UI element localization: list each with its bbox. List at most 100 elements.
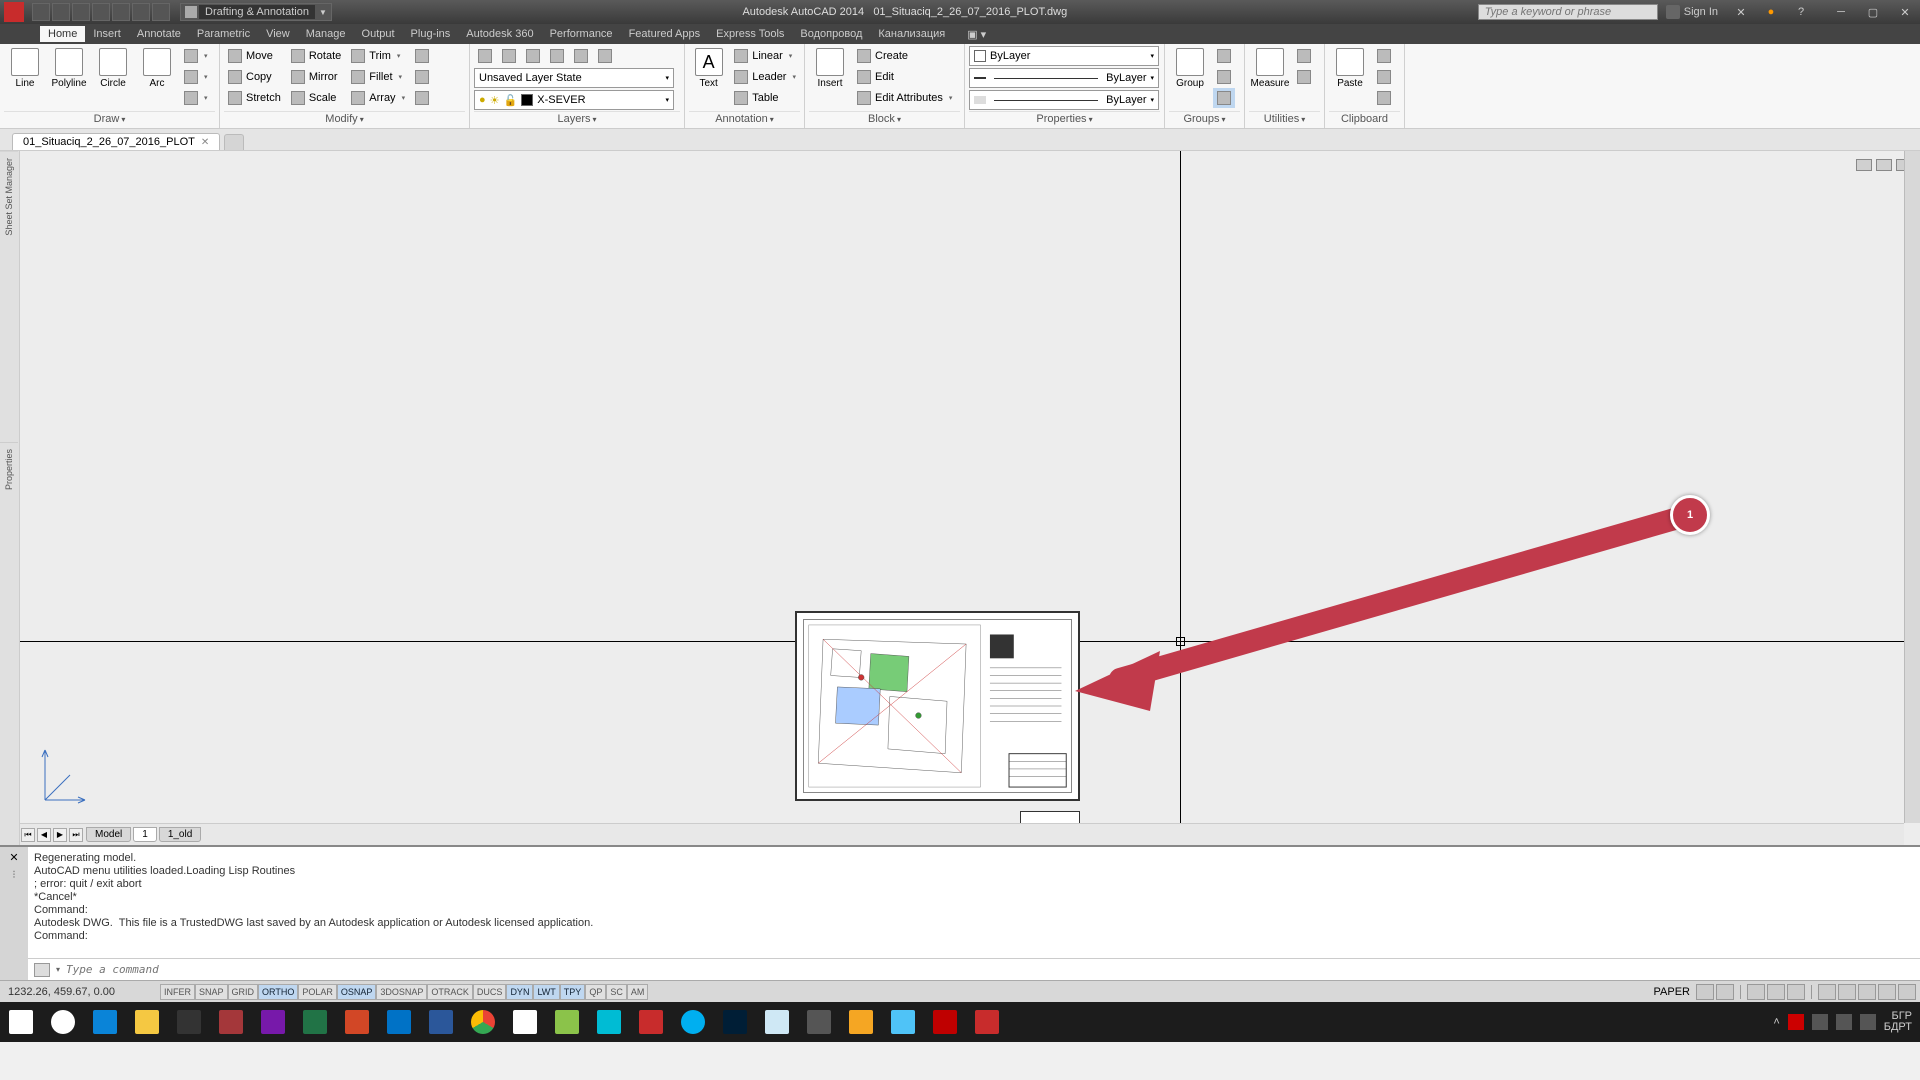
taskbar-file[interactable] xyxy=(504,1002,546,1042)
tab-view[interactable]: View xyxy=(258,26,298,42)
tab-close-icon[interactable]: ✕ xyxy=(201,137,209,148)
tray-onedrive-icon[interactable] xyxy=(1788,1014,1804,1030)
toggle-otrack[interactable]: OTRACK xyxy=(427,984,473,1000)
ellipse-button[interactable]: ▾ xyxy=(180,67,212,87)
start-button[interactable] xyxy=(0,1002,42,1042)
tab-output[interactable]: Output xyxy=(354,26,403,42)
quick-view-layouts-icon[interactable] xyxy=(1696,984,1714,1000)
layout-first-button[interactable]: ⏮ xyxy=(21,828,35,842)
isolate-objects-icon[interactable] xyxy=(1878,984,1896,1000)
tab-plugins[interactable]: Plug-ins xyxy=(403,26,459,42)
taskbar-calculator[interactable] xyxy=(798,1002,840,1042)
layout-last-button[interactable]: ⏭ xyxy=(69,828,83,842)
mirror-button[interactable]: Mirror xyxy=(287,67,345,87)
qat-new-icon[interactable] xyxy=(32,3,50,21)
workspace-switching-icon[interactable] xyxy=(1818,984,1836,1000)
group-button[interactable]: Group xyxy=(1169,46,1211,89)
tab-vodoprovod[interactable]: Водопровод xyxy=(792,26,870,42)
sheet-set-manager-tab[interactable]: Sheet Set Manager xyxy=(0,151,18,242)
tab-focus-icon[interactable]: ▣ ▾ xyxy=(959,26,994,43)
create-block-button[interactable]: Create xyxy=(853,46,956,66)
layer-prev-button[interactable] xyxy=(594,46,616,66)
properties-palette-tab[interactable]: Properties xyxy=(0,442,18,496)
maximize-button[interactable]: ▢ xyxy=(1858,2,1888,22)
toggle-grid[interactable]: GRID xyxy=(228,984,259,1000)
minimize-button[interactable]: ─ xyxy=(1826,2,1856,22)
help-icon[interactable]: ? xyxy=(1786,2,1816,22)
tab-express-tools[interactable]: Express Tools xyxy=(708,26,792,42)
copy-clip-button[interactable] xyxy=(1373,67,1395,87)
layer-state-dropdown[interactable]: Unsaved Layer State▾ xyxy=(474,68,674,88)
taskbar-autocad[interactable] xyxy=(630,1002,672,1042)
arc-button[interactable]: Arc xyxy=(136,46,178,89)
explode-button[interactable] xyxy=(411,67,433,87)
toggle-lwt[interactable]: LWT xyxy=(533,984,559,1000)
qat-open-icon[interactable] xyxy=(52,3,70,21)
copy-button[interactable]: Copy xyxy=(224,67,285,87)
layer-lock-button[interactable] xyxy=(546,46,568,66)
tab-manage[interactable]: Manage xyxy=(298,26,354,42)
exchange-apps-icon[interactable]: ✕ xyxy=(1726,2,1756,22)
taskbar-edge[interactable] xyxy=(84,1002,126,1042)
taskbar-photoshop[interactable] xyxy=(714,1002,756,1042)
taskbar-excel[interactable] xyxy=(294,1002,336,1042)
toggle-ducs[interactable]: DUCS xyxy=(473,984,507,1000)
rectangle-button[interactable]: ▾ xyxy=(180,46,212,66)
group-edit-button[interactable] xyxy=(1213,67,1235,87)
annotation-visibility-icon[interactable] xyxy=(1767,984,1785,1000)
layout-next-button[interactable]: ▶ xyxy=(53,828,67,842)
select-all-button[interactable] xyxy=(1293,46,1315,66)
linear-dim-button[interactable]: Linear▾ xyxy=(730,46,800,66)
toolbar-lock-icon[interactable] xyxy=(1838,984,1856,1000)
erase-button[interactable] xyxy=(411,46,433,66)
panel-title-layers[interactable]: Layers▾ xyxy=(474,111,680,126)
linetype-dropdown[interactable]: ByLayer▾ xyxy=(969,90,1159,110)
layer-off-button[interactable] xyxy=(498,46,520,66)
cut-button[interactable] xyxy=(1373,46,1395,66)
layout-tab-1old[interactable]: 1_old xyxy=(159,827,201,842)
tab-kanalizaciya[interactable]: Канализация xyxy=(870,26,953,42)
move-button[interactable]: Move xyxy=(224,46,285,66)
toggle-am[interactable]: AM xyxy=(627,984,649,1000)
rotate-button[interactable]: Rotate xyxy=(287,46,345,66)
tray-action-center-icon[interactable] xyxy=(1860,1014,1876,1030)
taskbar-paint[interactable] xyxy=(840,1002,882,1042)
close-button[interactable]: ✕ xyxy=(1890,2,1920,22)
toggle-dyn[interactable]: DYN xyxy=(506,984,533,1000)
layer-freeze-button[interactable] xyxy=(522,46,544,66)
taskbar-outlook[interactable] xyxy=(378,1002,420,1042)
circle-button[interactable]: Circle xyxy=(92,46,134,89)
leader-button[interactable]: Leader▾ xyxy=(730,67,800,87)
layout-tab-model[interactable]: Model xyxy=(86,827,131,842)
measure-button[interactable]: Measure xyxy=(1249,46,1291,89)
qat-redo-icon[interactable] xyxy=(152,3,170,21)
taskbar-explorer[interactable] xyxy=(126,1002,168,1042)
toggle-snap[interactable]: SNAP xyxy=(195,984,228,1000)
lineweight-dropdown[interactable]: ByLayer▾ xyxy=(969,68,1159,88)
tray-network-icon[interactable] xyxy=(1812,1014,1828,1030)
qat-saveas-icon[interactable] xyxy=(92,3,110,21)
workspace-switcher[interactable]: Drafting & Annotation ▼ xyxy=(180,3,332,21)
tab-featured-apps[interactable]: Featured Apps xyxy=(621,26,709,42)
taskbar-autocad2[interactable] xyxy=(966,1002,1008,1042)
taskbar-notes[interactable] xyxy=(756,1002,798,1042)
scale-button[interactable]: Scale xyxy=(287,88,345,108)
vertical-scrollbar[interactable] xyxy=(1904,151,1920,823)
command-input[interactable] xyxy=(66,963,1914,976)
toggle-tpy[interactable]: TPY xyxy=(560,984,586,1000)
layout-prev-button[interactable]: ◀ xyxy=(37,828,51,842)
quick-select-button[interactable] xyxy=(1293,67,1315,87)
clean-screen-icon[interactable] xyxy=(1898,984,1916,1000)
ungroup-button[interactable] xyxy=(1213,46,1235,66)
tab-autodesk360[interactable]: Autodesk 360 xyxy=(458,26,541,42)
toggle-ortho[interactable]: ORTHO xyxy=(258,984,298,1000)
drawing-area[interactable]: Sheet Set Manager Properties xyxy=(0,151,1920,845)
tab-home[interactable]: Home xyxy=(40,26,85,42)
command-history[interactable]: Regenerating model. AutoCAD menu utiliti… xyxy=(28,847,1920,958)
signin-button[interactable]: Sign In xyxy=(1666,5,1718,19)
vp-minimize-icon[interactable] xyxy=(1856,159,1872,171)
array-button[interactable]: Array▾ xyxy=(347,88,409,108)
annotation-autoscale-icon[interactable] xyxy=(1787,984,1805,1000)
taskbar-store[interactable] xyxy=(168,1002,210,1042)
paste-button[interactable]: Paste xyxy=(1329,46,1371,89)
